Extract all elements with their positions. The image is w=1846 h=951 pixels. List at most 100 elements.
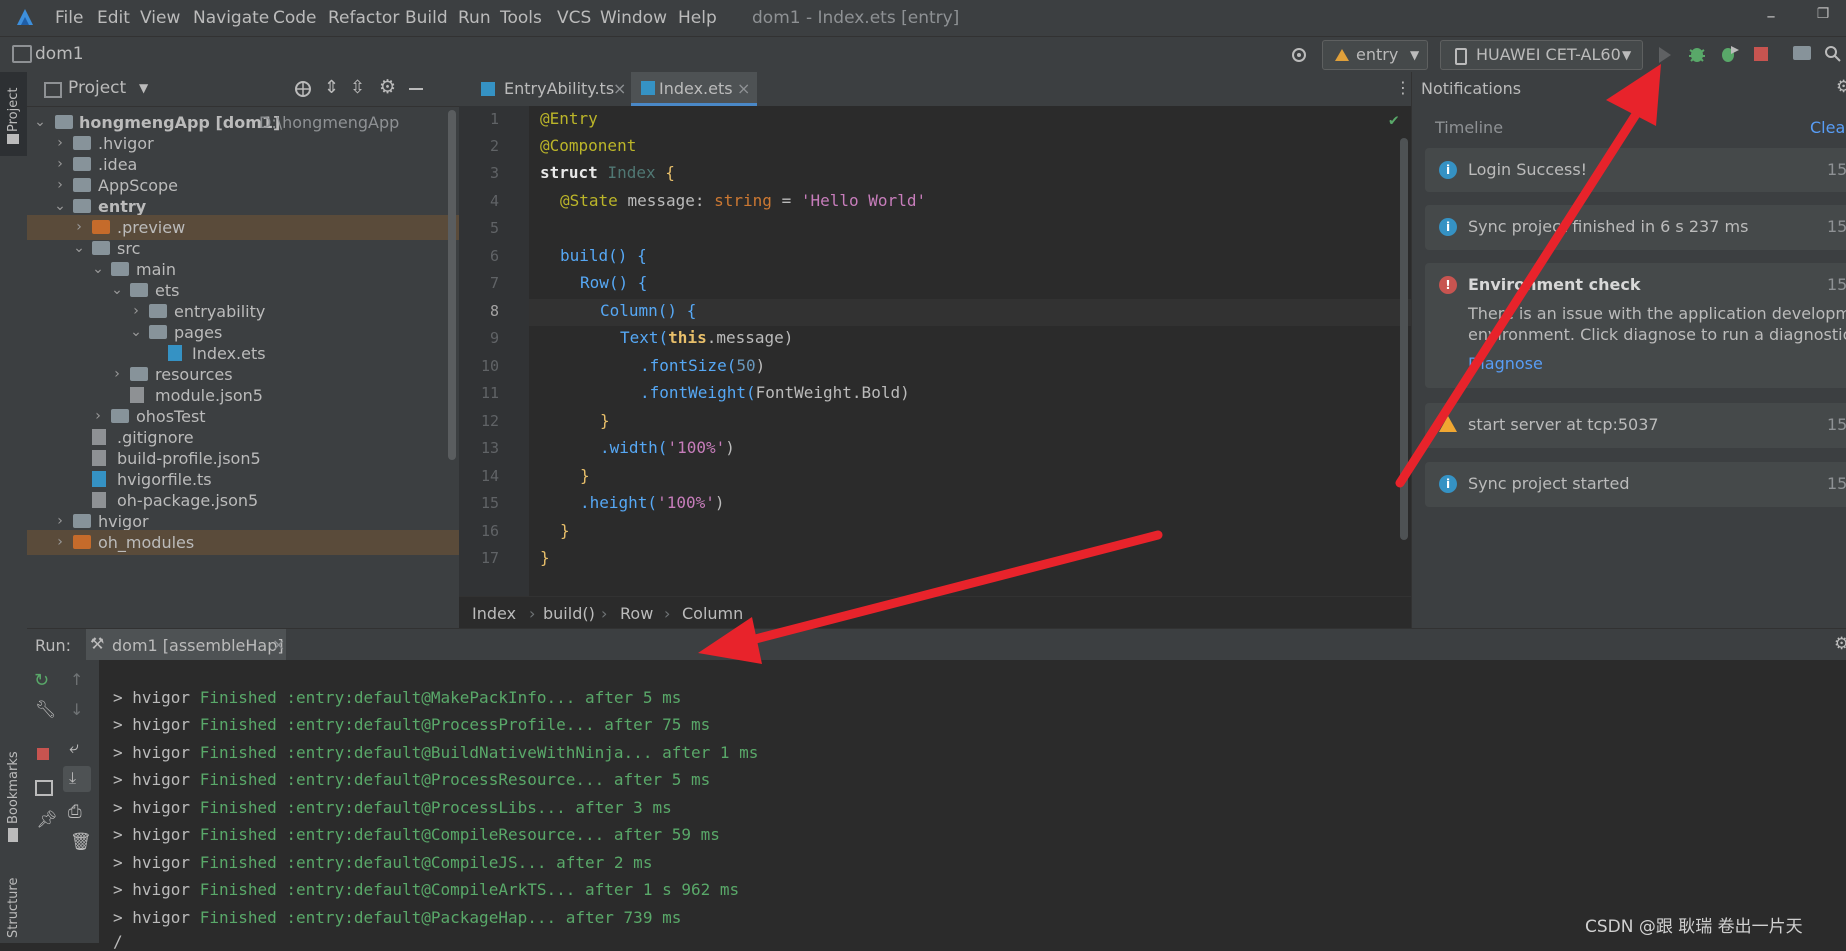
project-tool-label: Project (6, 87, 21, 132)
console-line: > hvigor Finished :entry:default@Compile… (113, 825, 720, 844)
module-select[interactable]: entry ▼ (1322, 40, 1428, 70)
notification-card[interactable]: i Login Success! 15:1 (1425, 148, 1846, 192)
code-token: ) (725, 438, 735, 457)
run-tab-label: dom1 [assembleHap] (112, 636, 284, 655)
console-line: > hvigor Finished :entry:default@Package… (113, 908, 681, 927)
menu-file[interactable]: File (55, 8, 83, 28)
line-number: 10 (480, 357, 499, 375)
bookmarks-tool-label[interactable]: Bookmarks (6, 751, 21, 824)
json-file-icon (92, 450, 106, 466)
attach-debug-icon[interactable] (1718, 44, 1740, 64)
code-token: .width( (600, 438, 668, 457)
console-prefix: > hvigor (113, 770, 200, 789)
menu-window[interactable]: Window (600, 8, 667, 28)
device-select[interactable]: HUAWEI CET-AL60 ▼ (1440, 40, 1643, 70)
tab-index-ets[interactable]: Index.ets × (631, 72, 757, 106)
breadcrumb-item[interactable]: Row (620, 604, 653, 623)
code-line: @Entry (540, 109, 598, 128)
run-tab[interactable]: ⚒ dom1 [assembleHap] × (86, 629, 286, 661)
diagnose-link[interactable]: Diagnose (1468, 354, 1543, 373)
print-icon[interactable]: ⎙ (68, 802, 82, 822)
folder-icon (73, 157, 91, 171)
breadcrumb-item[interactable]: build() (543, 604, 595, 623)
json-file-icon (130, 387, 144, 403)
tab-entryability[interactable]: EntryAbility.ts × (469, 72, 629, 106)
menu-vcs[interactable]: VCS (557, 8, 591, 28)
menu-build[interactable]: Build (405, 8, 448, 28)
project-structure-icon[interactable] (1793, 46, 1811, 60)
more-tabs-icon[interactable]: ⋮ (1395, 78, 1411, 97)
search-icon[interactable] (1824, 45, 1842, 63)
tree-item-oh-modules[interactable]: › oh_modules (27, 530, 459, 555)
close-icon[interactable]: × (737, 72, 750, 106)
project-name[interactable]: dom1 (35, 44, 84, 64)
code-token: .fontSize( (640, 356, 737, 375)
breadcrumb-item[interactable]: Index (472, 604, 516, 623)
trash-icon[interactable]: 🗑︎ (70, 832, 92, 852)
line-number: 5 (489, 219, 499, 237)
wrench-icon[interactable]: 🔧︎ (35, 700, 57, 720)
notification-card[interactable]: start server at tcp:5037 15:1 (1425, 403, 1846, 448)
line-number: 4 (489, 192, 499, 210)
close-icon[interactable]: × (613, 72, 626, 106)
inspection-ok-icon[interactable]: ✔ (1389, 110, 1399, 129)
project-panel-title[interactable]: Project (68, 78, 126, 98)
module-icon (1335, 49, 1349, 61)
notification-time: 15:1 (1827, 160, 1846, 179)
run-toolbar: ↻ ↑ 🔧︎ ↓ ⤶ ⤓ ⎙ 📌︎ 🗑︎ (27, 660, 99, 943)
debug-icon[interactable] (1687, 44, 1707, 64)
line-number: 9 (489, 329, 499, 347)
structure-tool-label[interactable]: Structure (6, 878, 21, 938)
soft-wrap-icon[interactable]: ⤶ (69, 738, 79, 758)
code-editor[interactable]: 1 2 3 4 5 6 7 8 9 10 11 12 13 14 15 16 1… (459, 106, 1411, 596)
breadcrumb-separator: › (601, 604, 608, 623)
project-tool-tab[interactable]: Project (0, 72, 27, 156)
line-number: 7 (489, 274, 499, 292)
scroll-up-icon[interactable]: ↑ (70, 670, 83, 689)
minimize-icon[interactable]: – (1760, 6, 1782, 28)
expand-all-icon[interactable]: ⇕ (324, 77, 339, 98)
notification-card-environment-check[interactable]: ! Environment check 15:1 There is an iss… (1425, 263, 1846, 388)
project-scrollbar[interactable] (448, 110, 456, 460)
menu-help[interactable]: Help (678, 8, 717, 28)
menu-navigate[interactable]: Navigate (193, 8, 269, 28)
run-console[interactable]: > hvigor Finished :entry:default@MakePac… (99, 660, 1846, 951)
stop-icon[interactable] (1754, 47, 1768, 61)
clear-link[interactable]: Clear (1810, 118, 1846, 137)
chevron-down-icon[interactable]: ▼ (139, 81, 148, 95)
stop-icon[interactable] (37, 748, 49, 760)
menu-view[interactable]: View (140, 8, 180, 28)
locate-icon[interactable] (1290, 46, 1308, 64)
chevron-right-icon[interactable]: › (53, 530, 67, 555)
code-line: .fontSize(50) (640, 356, 765, 375)
settings-icon[interactable]: ⚙ (1836, 77, 1846, 97)
pin-icon[interactable]: 📌︎ (36, 810, 58, 830)
code-token: @Component (540, 136, 637, 155)
hide-panel-icon[interactable] (409, 88, 423, 90)
menu-tools[interactable]: Tools (500, 8, 542, 28)
layout-icon[interactable] (35, 780, 53, 796)
run-icon[interactable] (1657, 46, 1673, 64)
collapse-all-icon[interactable]: ⇳ (350, 77, 365, 98)
rerun-icon[interactable]: ↻ (34, 670, 49, 691)
menu-run[interactable]: Run (458, 8, 491, 28)
close-icon[interactable]: × (272, 635, 285, 654)
restore-icon[interactable]: ❐ (1812, 6, 1834, 28)
menu-refactor[interactable]: Refactor (328, 8, 399, 28)
menu-edit[interactable]: Edit (97, 8, 130, 28)
code-line: .height('100%') (580, 493, 725, 512)
notification-card[interactable]: i Sync project started 15:1 (1425, 462, 1846, 507)
code-token: } (580, 466, 590, 485)
console-message: Finished :entry:default@BuildNativeWithN… (199, 743, 759, 762)
scroll-down-icon[interactable]: ↓ (70, 700, 83, 719)
breadcrumb-item[interactable]: Column (682, 604, 743, 623)
settings-icon[interactable]: ⚙ (379, 76, 396, 98)
scroll-to-end-toggle[interactable]: ⤓ (63, 766, 91, 792)
run-label: Run: (35, 636, 72, 655)
notification-card[interactable]: i Sync project finished in 6 s 237 ms 15… (1425, 205, 1846, 250)
settings-icon[interactable]: ⚙ (1834, 634, 1846, 654)
menu-code[interactable]: Code (273, 8, 317, 28)
locate-icon[interactable] (294, 80, 312, 98)
editor-scrollbar[interactable] (1400, 138, 1408, 540)
code-token: } (540, 548, 550, 567)
